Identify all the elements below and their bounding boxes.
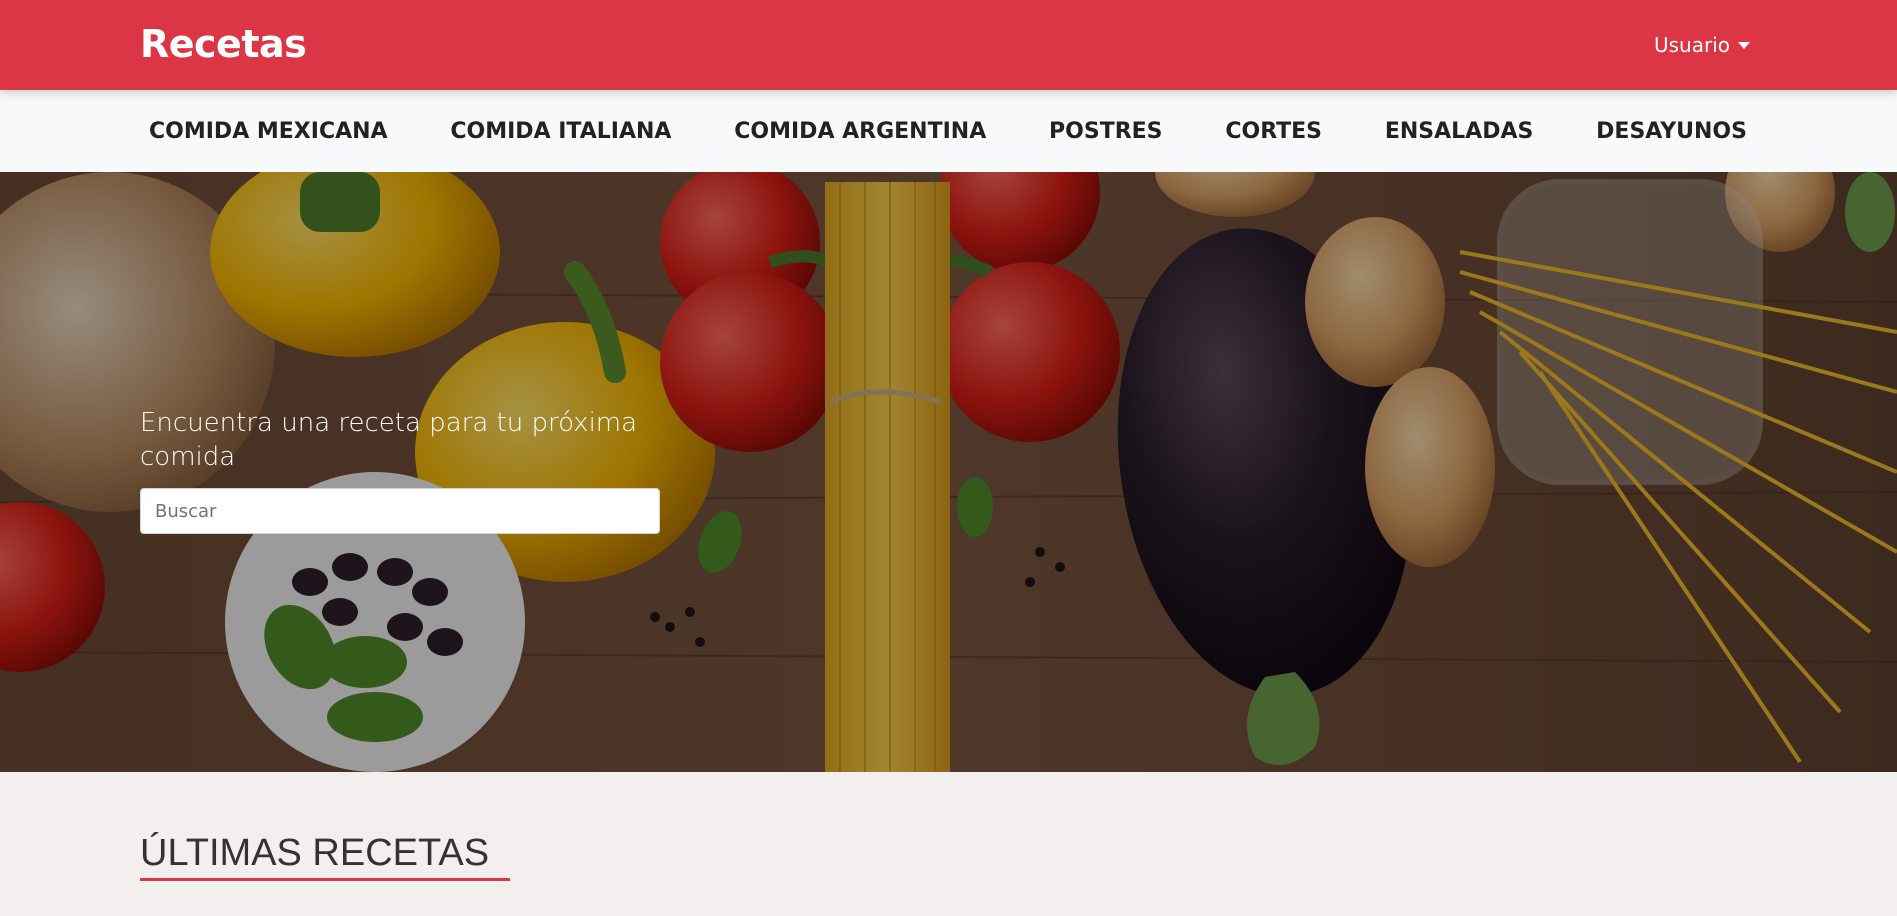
category-postres[interactable]: POSTRES [1049,119,1163,144]
category-comida-italiana[interactable]: COMIDA ITALIANA [450,119,671,144]
category-ensaladas[interactable]: ENSALADAS [1385,119,1534,144]
title-underline [140,878,510,881]
hero-section: Encuentra una receta para tu próxima com… [0,172,1897,772]
hero-title: Encuentra una receta para tu próxima com… [140,408,638,472]
category-cortes[interactable]: CORTES [1225,119,1322,144]
category-nav: COMIDA MEXICANA COMIDA ITALIANA COMIDA A… [0,90,1897,172]
hero-content: Encuentra una receta para tu próxima com… [140,406,660,534]
top-navbar: Recetas Usuario [0,0,1897,90]
latest-recipes-section: ÚLTIMAS RECETAS [0,772,1897,916]
category-desayunos[interactable]: DESAYUNOS [1596,119,1747,144]
category-comida-mexicana[interactable]: COMIDA MEXICANA [149,119,388,144]
caret-down-icon [1738,42,1750,49]
latest-recipes-title: ÚLTIMAS RECETAS [140,832,490,874]
user-dropdown[interactable]: Usuario [1654,33,1750,57]
category-comida-argentina[interactable]: COMIDA ARGENTINA [734,119,986,144]
brand-logo[interactable]: Recetas [140,22,307,66]
search-input[interactable] [140,488,660,534]
user-dropdown-label: Usuario [1653,33,1730,57]
